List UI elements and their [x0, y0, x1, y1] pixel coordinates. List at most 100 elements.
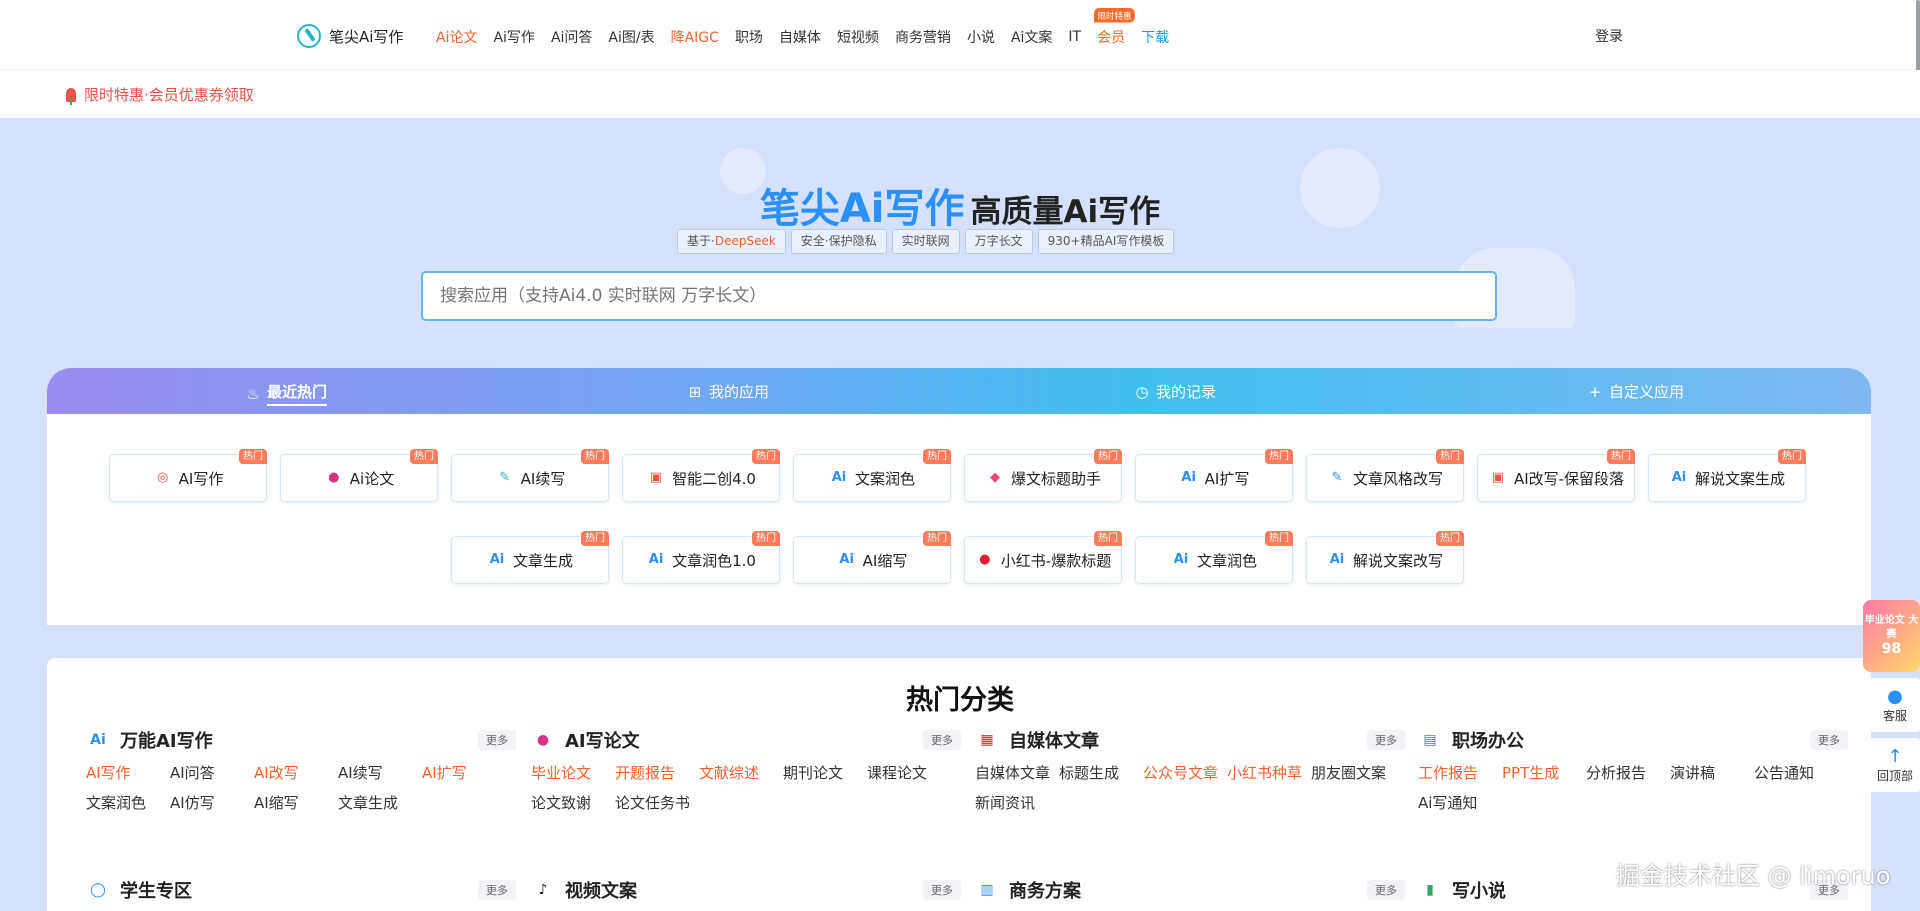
nav-item[interactable]: 下载 — [1141, 27, 1169, 47]
app-label: AI写作 — [178, 469, 224, 488]
app-card[interactable]: Ai 文章生成 热门 — [451, 531, 609, 584]
nav-item-label: 职场 — [734, 30, 763, 46]
side-promo-banner[interactable]: 毕业论文 大赛 98 — [1863, 600, 1920, 672]
book-icon: ▮ — [1426, 882, 1434, 898]
side-float-bar: 毕业论文 大赛 98 ● 客服 ↑ 回顶部 — [1863, 600, 1920, 792]
category-more-button[interactable]: 更多 — [478, 730, 516, 750]
category-link[interactable]: AI改写 — [254, 762, 338, 785]
category-link[interactable]: 新闻资讯 — [975, 792, 1059, 815]
nav-item[interactable]: IT — [1068, 29, 1081, 45]
category-more-button[interactable]: 更多 — [1810, 730, 1848, 750]
app-card[interactable]: Ai 解说文案改写 热门 — [1306, 531, 1464, 584]
category-link[interactable]: 标题生成 — [1059, 762, 1143, 785]
app-label: 智能二创4.0 — [672, 469, 756, 488]
nav-item[interactable]: Ai论文 — [436, 27, 477, 47]
category-link[interactable]: 朋友圈文案 — [1311, 762, 1395, 785]
edit-icon: ✎ — [1331, 470, 1343, 485]
app-label: 解说文案改写 — [1352, 551, 1443, 570]
app-card[interactable]: ▣ 智能二创4.0 热门 — [622, 449, 780, 502]
ai-plus-icon: Ai — [489, 552, 505, 567]
nav-item[interactable]: 降AIGC — [671, 27, 719, 47]
media-logos-icon: ▦ — [980, 732, 994, 748]
back-to-top-button[interactable]: ↑ 回顶部 — [1870, 738, 1920, 792]
nav-item[interactable]: Ai问答 — [551, 27, 592, 47]
nav-item[interactable]: 小说 — [967, 27, 995, 47]
nav-item[interactable]: Ai图/表 — [608, 27, 654, 47]
nav-item[interactable]: 商务营销 — [895, 27, 951, 47]
category-link[interactable]: 工作报告 — [1418, 762, 1502, 785]
nav-item[interactable]: 自媒体 — [779, 27, 821, 47]
category-link[interactable]: 分析报告 — [1586, 762, 1670, 785]
app-card[interactable]: ◎ AI写作 热门 — [109, 449, 267, 502]
category-link[interactable]: AI写作 — [86, 762, 170, 785]
tab-label: 我的应用 — [709, 383, 770, 401]
nav-item[interactable]: 短视频 — [837, 27, 879, 47]
category-link[interactable]: 演讲稿 — [1670, 762, 1754, 785]
hot-apps-panel: ◎ AI写作 热门 ● Ai论文 热门 ✎ AI续写 热门 ▣ 智能二创4.0 热门 Ai 文案润色 热门 ◆… — [47, 414, 1871, 625]
app-label: 文章润色 — [1196, 551, 1257, 570]
app-card[interactable]: ◆ 爆文标题助手 热门 — [964, 449, 1122, 502]
app-card[interactable]: Ai 文案润色 热门 — [793, 449, 951, 502]
tab-0[interactable]: ♨ 最近热门 — [245, 381, 328, 406]
app-card[interactable]: ▣ AI改写-保留段落 热门 — [1477, 449, 1635, 502]
category-link[interactable]: 论文任务书 — [615, 792, 699, 815]
logo-pen-icon — [297, 24, 321, 48]
category-link[interactable]: AI续写 — [338, 762, 422, 785]
chip-label: 安全·保护隐私 — [800, 234, 877, 248]
site-logo[interactable]: 笔尖Ai写作 — [297, 24, 403, 48]
tab-3[interactable]: + 自定义应用 — [1587, 381, 1684, 402]
app-card[interactable]: Ai 文章润色1.0 热门 — [622, 531, 780, 584]
category-link[interactable]: 自媒体文章 — [975, 762, 1059, 785]
category-more-button[interactable]: 更多 — [923, 730, 961, 750]
category-more-button[interactable]: 更多 — [1367, 730, 1405, 750]
nav-item[interactable]: 职场 — [735, 27, 763, 47]
category-link[interactable]: 毕业论文 — [531, 762, 615, 785]
tab-2[interactable]: ◷ 我的记录 — [1134, 381, 1216, 402]
tab-1[interactable]: ⊞ 我的应用 — [687, 381, 769, 402]
category-link[interactable]: AI问答 — [170, 762, 254, 785]
category-header: ▤ 职场办公 更多 — [1418, 728, 1848, 752]
app-card[interactable]: Ai 文章润色 热门 — [1135, 531, 1293, 584]
app-card[interactable]: Ai AI缩写 热门 — [793, 531, 951, 584]
app-card[interactable]: Ai 解说文案生成 热门 — [1648, 449, 1806, 502]
chip-label: 实时联网 — [901, 234, 950, 248]
app-card[interactable]: ✎ AI续写 热门 — [451, 449, 609, 502]
category-link[interactable]: AI缩写 — [254, 792, 338, 815]
category-link[interactable]: 期刊论文 — [783, 762, 867, 785]
nav-item[interactable]: Ai写作 — [493, 27, 534, 47]
app-card[interactable]: Ai AI扩写 热门 — [1135, 449, 1293, 502]
category-link[interactable]: 文献综述 — [699, 762, 783, 785]
app-label: AI改写-保留段落 — [1513, 469, 1625, 488]
main-nav: Ai论文 Ai写作 Ai问答 Ai图/表 降AIGC 职场 自媒体 短视频 商务营销 小说 Ai文案… — [436, 8, 1185, 47]
login-link[interactable]: 登录 — [1595, 26, 1623, 46]
tiktok-icon: ♪ — [538, 882, 548, 898]
category-link[interactable]: 开题报告 — [615, 762, 699, 785]
category-link[interactable]: AI扩写 — [422, 762, 506, 785]
category-more-button[interactable]: 更多 — [478, 880, 516, 900]
category-more-button[interactable]: 更多 — [1367, 880, 1405, 900]
nav-item[interactable]: Ai文案 — [1011, 27, 1052, 47]
category-link[interactable]: 文章生成 — [338, 792, 422, 815]
search-input[interactable] — [421, 271, 1497, 321]
nav-item[interactable]: 会员 限时特惠 — [1094, 8, 1135, 47]
category-link[interactable]: Ai写通知 — [1418, 792, 1502, 815]
category-header: ◯ 学生专区 更多 — [86, 878, 516, 902]
category-link[interactable]: AI仿写 — [170, 792, 254, 815]
category-link[interactable]: PPT生成 — [1502, 762, 1586, 785]
hot-badge: 热门 — [923, 531, 951, 546]
customer-service-button[interactable]: ● 客服 — [1870, 678, 1920, 732]
coupon-promo-link[interactable]: 限时特惠·会员优惠券领取 — [66, 84, 254, 105]
category-link[interactable]: 公众号文章 — [1143, 762, 1227, 785]
category-link[interactable]: 论文致谢 — [531, 792, 615, 815]
category-link[interactable]: 课程论文 — [867, 762, 951, 785]
category-group: ▦ 自媒体文章 更多 自媒体文章 标题生成 公众号文章 小红书种草 朋友圈文案 新闻资讯 — [975, 728, 1405, 822]
app-card[interactable]: ● Ai论文 热门 — [280, 449, 438, 502]
category-link[interactable]: 文案润色 — [86, 792, 170, 815]
nav-item-label: 小说 — [966, 30, 995, 46]
category-link[interactable]: 公告通知 — [1754, 762, 1838, 785]
category-header: ▥ 商务方案 更多 — [975, 878, 1405, 902]
app-card[interactable]: ✎ 文章风格改写 热门 — [1306, 449, 1464, 502]
app-card[interactable]: ● 小红书-爆款标题 热门 — [964, 531, 1122, 584]
category-more-button[interactable]: 更多 — [923, 880, 961, 900]
category-link[interactable]: 小红书种草 — [1227, 762, 1311, 785]
